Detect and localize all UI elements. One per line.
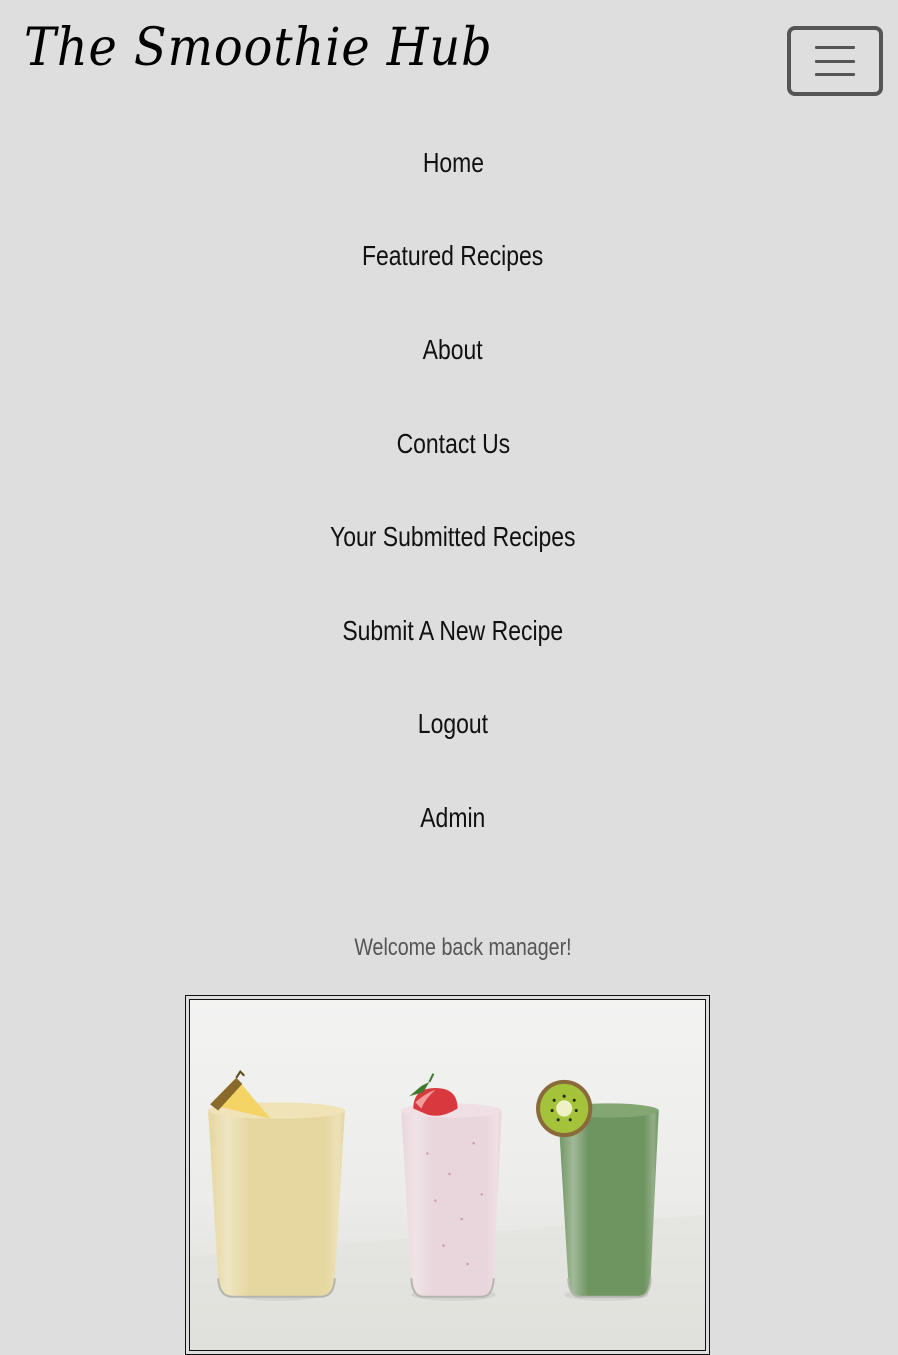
nav-link-admin[interactable]: Admin <box>412 802 486 834</box>
hero-image <box>189 999 706 1351</box>
hamburger-icon <box>815 46 855 76</box>
hero-image-frame <box>185 995 710 1355</box>
nav-link-logout[interactable]: Logout <box>410 708 488 740</box>
nav-link-submit-new-recipe[interactable]: Submit A New Recipe <box>335 615 564 647</box>
brand-logo-link[interactable]: The Smoothie Hub <box>24 18 493 78</box>
nav-link-your-submitted-recipes[interactable]: Your Submitted Recipes <box>322 521 575 553</box>
nav-item-contact-us: Contact Us <box>0 397 898 491</box>
strawberry-smoothie-glass <box>401 1073 502 1301</box>
nav-item-submit-new-recipe: Submit A New Recipe <box>0 584 898 678</box>
welcome-message: Welcome back manager! <box>354 934 572 961</box>
nav-item-about: About <box>0 303 898 397</box>
navbar-toggle-button[interactable] <box>787 26 883 96</box>
smoothie-glasses-illustration <box>190 1000 705 1350</box>
nav-link-contact-us[interactable]: Contact Us <box>388 428 510 460</box>
nav-link-featured-recipes[interactable]: Featured Recipes <box>354 240 543 272</box>
navbar: The Smoothie Hub <box>0 0 898 120</box>
nav-link-home[interactable]: Home <box>414 147 483 179</box>
nav-item-home: Home <box>0 116 898 210</box>
nav-item-logout: Logout <box>0 678 898 772</box>
nav-item-admin: Admin <box>0 771 898 865</box>
nav-menu: Home Featured Recipes About Contact Us Y… <box>0 116 898 865</box>
nav-link-about[interactable]: About <box>415 334 483 366</box>
pineapple-smoothie-glass <box>208 1070 345 1301</box>
nav-item-your-submitted-recipes: Your Submitted Recipes <box>0 490 898 584</box>
nav-item-featured-recipes: Featured Recipes <box>0 210 898 304</box>
